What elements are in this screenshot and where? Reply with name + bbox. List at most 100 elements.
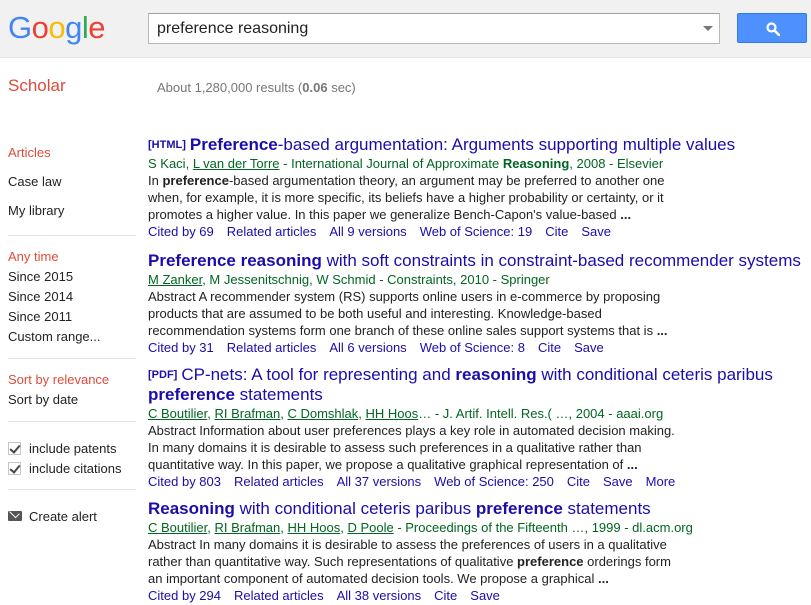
- include-citations-checkbox[interactable]: include citations: [8, 458, 136, 478]
- result-snippet-line: Abstract A recommender system (RS) suppo…: [148, 288, 688, 305]
- result-action-link[interactable]: Web of Science: 8: [420, 340, 525, 355]
- sidebar: Articles Case law My library Any time Si…: [8, 143, 136, 526]
- author-link[interactable]: RI Brafman: [214, 520, 280, 535]
- result-action-link[interactable]: Related articles: [234, 474, 324, 489]
- sidebar-divider: [8, 489, 136, 490]
- google-logo[interactable]: Google: [8, 8, 106, 48]
- result-action-link[interactable]: Related articles: [227, 224, 317, 239]
- result-title-link[interactable]: Reasoning with conditional ceteris parib…: [148, 499, 808, 519]
- sidebar-item-since-2011[interactable]: Since 2011: [8, 307, 136, 327]
- result-action-link[interactable]: Cite: [434, 588, 457, 603]
- result-action-link[interactable]: All 37 versions: [337, 474, 422, 489]
- result-action-link[interactable]: Cited by 803: [148, 474, 221, 489]
- result-action-link[interactable]: All 9 versions: [329, 224, 406, 239]
- venue-text: Reasoning: [502, 156, 570, 171]
- search-input[interactable]: [149, 14, 679, 43]
- title-text: -based argumentation: Arguments supporti…: [277, 135, 736, 154]
- result-action-link[interactable]: Cite: [538, 340, 561, 355]
- sidebar-item-case-law[interactable]: Case law: [8, 172, 136, 192]
- result-action-link[interactable]: All 38 versions: [337, 588, 422, 603]
- sidebar-item-sort-date[interactable]: Sort by date: [8, 390, 136, 410]
- logo-letter: o: [31, 10, 49, 45]
- snippet-text: rather than quantitative way. Such repre…: [148, 554, 518, 569]
- search-box[interactable]: [148, 13, 720, 44]
- include-patents-label: include patents: [29, 440, 117, 456]
- result-snippet-line: products that are assumed to be both use…: [148, 305, 688, 322]
- result-action-link[interactable]: Cited by 69: [148, 224, 214, 239]
- checkbox-checked-icon[interactable]: [8, 461, 21, 475]
- author-link[interactable]: HH Hoos: [287, 520, 340, 535]
- logo-letter: G: [8, 10, 32, 45]
- snippet-text: quantitative way. In this paper, we prop…: [148, 457, 627, 472]
- author-link[interactable]: C Domshlak: [287, 406, 358, 421]
- author-separator: ,: [358, 406, 366, 421]
- snippet-text: ...: [626, 457, 638, 472]
- author-link[interactable]: M Zanker: [148, 272, 202, 287]
- scholar-label[interactable]: Scholar: [8, 76, 66, 96]
- stats-prefix: About 1,280,000 results (: [157, 80, 303, 95]
- result-snippet-line: quantitative way. In this paper, we prop…: [148, 456, 688, 473]
- author-link[interactable]: HH Hoos: [366, 406, 419, 421]
- result-action-link[interactable]: Cite: [545, 224, 568, 239]
- result-action-link[interactable]: Related articles: [227, 340, 317, 355]
- author-link[interactable]: C Boutilier: [148, 406, 207, 421]
- sidebar-item-custom-range[interactable]: Custom range...: [8, 327, 136, 347]
- result-action-link[interactable]: All 6 versions: [329, 340, 406, 355]
- result-authors: S Kaci, L van der Torre - International …: [148, 155, 808, 172]
- result-action-link[interactable]: Save: [603, 474, 633, 489]
- snippet-text: Abstract A recommender system (RS) suppo…: [148, 289, 661, 304]
- title-text: Preference reasoning: [148, 251, 322, 270]
- snippet-text: recommendation systems form one branch o…: [148, 323, 657, 338]
- create-alert-link[interactable]: Create alert: [8, 506, 136, 526]
- author-link[interactable]: L van der Torre: [193, 156, 280, 171]
- result-snippet-line: rather than quantitative way. Such repre…: [148, 553, 688, 570]
- snippet-text: ...: [597, 571, 609, 586]
- snippet-text: when, for example, it is more specific, …: [148, 190, 664, 205]
- author-link[interactable]: RI Brafman: [214, 406, 280, 421]
- result-title-link[interactable]: preference statements: [148, 385, 808, 405]
- snippet-text: Abstract In many domains it is desirable…: [148, 537, 667, 552]
- sidebar-item-my-library[interactable]: My library: [8, 201, 136, 221]
- dropdown-caret-icon[interactable]: [703, 26, 713, 31]
- envelope-icon: [8, 511, 22, 521]
- author-link[interactable]: C Boutilier: [148, 520, 207, 535]
- file-type-tag[interactable]: [HTML]: [148, 139, 186, 151]
- title-text: preference: [475, 499, 563, 518]
- sidebar-item-any-time[interactable]: Any time: [8, 247, 136, 267]
- result-action-link[interactable]: Cited by 31: [148, 340, 214, 355]
- result-action-link[interactable]: Cited by 294: [148, 588, 221, 603]
- title-text: with conditional ceteris paribus: [234, 499, 476, 518]
- result-snippet-line: promotes a higher value. In this paper w…: [148, 206, 688, 223]
- snippet-text: an important component of automated deci…: [148, 571, 598, 586]
- result-action-link[interactable]: Cite: [567, 474, 590, 489]
- result-snippet-line: Abstract Information about user preferen…: [148, 422, 688, 439]
- sidebar-item-sort-relevance[interactable]: Sort by relevance: [8, 370, 136, 390]
- search-icon: [766, 22, 780, 36]
- venue-text: - Constraints, 2010 - Springer: [375, 272, 550, 287]
- include-patents-checkbox[interactable]: include patents: [8, 438, 136, 458]
- sidebar-item-since-2015[interactable]: Since 2015: [8, 267, 136, 287]
- title-text: CP-nets: A tool for representing and: [181, 365, 456, 384]
- result-action-link[interactable]: Web of Science: 250: [434, 474, 554, 489]
- sidebar-item-since-2014[interactable]: Since 2014: [8, 287, 136, 307]
- search-button[interactable]: [737, 13, 807, 43]
- result-authors: C Boutilier, RI Brafman, HH Hoos, D Pool…: [148, 519, 808, 536]
- result-action-link[interactable]: Save: [470, 588, 500, 603]
- result-title-link[interactable]: [PDF] CP-nets: A tool for representing an…: [148, 365, 808, 385]
- file-type-tag[interactable]: [PDF]: [148, 369, 177, 381]
- result-title-link[interactable]: Preference reasoning with soft constrain…: [148, 251, 808, 271]
- checkbox-checked-icon[interactable]: [8, 441, 21, 455]
- result-action-link[interactable]: More: [646, 474, 676, 489]
- result-action-link[interactable]: Save: [581, 224, 611, 239]
- results-stats: About 1,280,000 results (0.06 sec): [157, 80, 356, 95]
- result-action-link[interactable]: Web of Science: 19: [420, 224, 533, 239]
- snippet-text: products that are assumed to be both use…: [148, 306, 602, 321]
- result-action-link[interactable]: Related articles: [234, 588, 324, 603]
- sidebar-item-articles[interactable]: Articles: [8, 143, 136, 163]
- result-action-link[interactable]: Save: [574, 340, 604, 355]
- logo-letter: g: [65, 10, 82, 45]
- include-citations-label: include citations: [29, 460, 122, 476]
- result-item: Reasoning with conditional ceteris parib…: [148, 499, 808, 604]
- author-link[interactable]: D Poole: [347, 520, 393, 535]
- result-title-link[interactable]: [HTML] Preference-based argumentation: Ar…: [148, 135, 808, 155]
